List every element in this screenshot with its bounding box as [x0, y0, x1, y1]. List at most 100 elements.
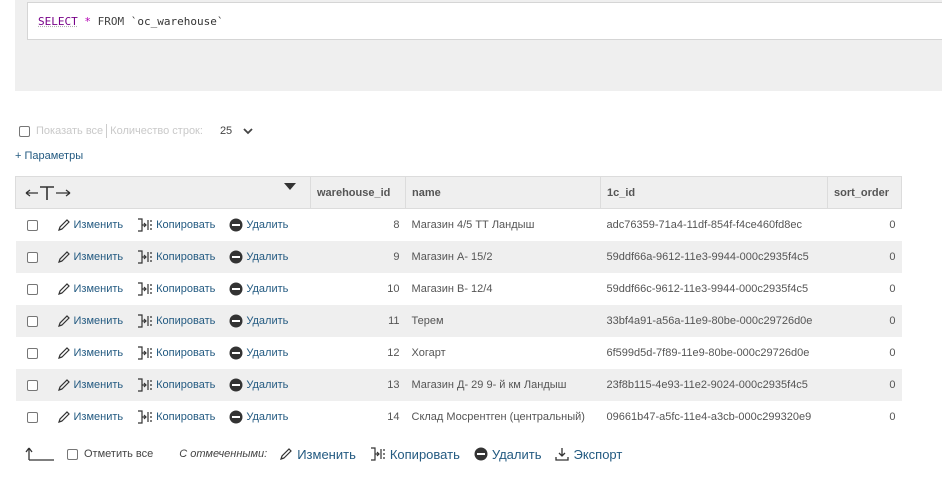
delete-icon [229, 282, 243, 296]
row-delete-link[interactable]: Удалить [229, 314, 288, 328]
options-link[interactable]: + Параметры [15, 150, 83, 162]
cell-name[interactable]: Магазин А- 15/2 [405, 241, 601, 273]
cell-sort-order[interactable]: 0 [827, 337, 902, 369]
row-copy-link[interactable]: Копировать [137, 282, 215, 296]
row-delete-link[interactable]: Удалить [229, 378, 288, 392]
bulk-copy-button[interactable]: Копировать [370, 447, 460, 462]
cell-name[interactable]: Терем [405, 305, 601, 337]
row-checkbox[interactable] [26, 379, 38, 391]
cell-1c-id[interactable]: 6f599d5d-7f89-11e9-80be-000c29726d0e [600, 337, 828, 369]
cell-name[interactable]: Магазин Д- 29 9- й км Ландыш [405, 369, 601, 401]
pencil-icon [57, 283, 70, 295]
delete-icon [229, 378, 243, 392]
divider [106, 124, 108, 138]
cell-sort-order[interactable]: 0 [827, 241, 902, 273]
sql-query-box[interactable]: SELECT * FROM `oc_warehouse` [27, 2, 942, 40]
row-delete-link[interactable]: Удалить [229, 250, 288, 264]
row-checkbox[interactable] [26, 219, 38, 231]
cell-name[interactable]: Магазин В- 12/4 [405, 273, 601, 305]
row-edit-label: Изменить [73, 315, 124, 327]
cell-sort-order[interactable]: 0 [827, 369, 902, 401]
row-checkbox[interactable] [26, 315, 38, 327]
copy-icon [138, 346, 153, 360]
row-checkbox[interactable] [26, 251, 38, 263]
row-edit-link[interactable]: Изменить [57, 282, 123, 296]
delete-icon [474, 447, 488, 461]
cell-sort-order[interactable]: 0 [827, 305, 902, 337]
row-actions-cell: Изменить Копировать Удалить [15, 337, 311, 369]
cell-sort-order[interactable]: 0 [827, 208, 902, 241]
row-delete-link[interactable]: Удалить [229, 410, 288, 424]
sql-table-name: `oc_warehouse` [130, 15, 224, 28]
sort-menu-icon[interactable] [284, 183, 296, 191]
cell-sort-order[interactable]: 0 [827, 401, 902, 433]
cell-sort-order[interactable]: 0 [827, 273, 902, 305]
check-all-label[interactable]: Отметить все [84, 448, 153, 460]
row-checkbox[interactable] [26, 411, 38, 423]
row-edit-link[interactable]: Изменить [57, 378, 123, 392]
chevron-down-icon[interactable] [242, 125, 254, 137]
cell-warehouse-id[interactable]: 12 [310, 337, 406, 369]
arrow-up-left-icon [25, 447, 54, 461]
row-delete-link[interactable]: Удалить [229, 282, 288, 296]
bulk-edit-button[interactable]: Изменить [279, 447, 356, 462]
column-header-name[interactable]: name [405, 176, 601, 209]
bulk-actions-bar: Отметить все С отмеченными: Изменить Коп… [25, 442, 622, 466]
column-header-1c-id[interactable]: 1c_id [600, 176, 828, 209]
row-copy-link[interactable]: Копировать [137, 378, 215, 392]
pencil-icon [57, 219, 70, 231]
row-edit-link[interactable]: Изменить [57, 346, 123, 360]
row-delete-link[interactable]: Удалить [229, 218, 288, 232]
cell-1c-id[interactable]: 09661b47-a5fc-11e4-a3cb-000c299320e9 [600, 401, 828, 433]
cell-warehouse-id[interactable]: 9 [310, 241, 406, 273]
row-checkbox[interactable] [26, 347, 38, 359]
row-copy-link[interactable]: Копировать [137, 346, 215, 360]
pencil-icon [57, 251, 70, 263]
cell-warehouse-id[interactable]: 14 [310, 401, 406, 433]
cell-name[interactable]: Хогарт [405, 337, 601, 369]
row-actions-cell: Изменить Копировать Удалить [15, 401, 311, 433]
copy-icon [370, 447, 385, 461]
row-copy-label: Копировать [156, 283, 216, 295]
row-edit-link[interactable]: Изменить [57, 250, 123, 264]
move-columns-icon[interactable] [24, 183, 74, 203]
cell-name[interactable]: Склад Мосрентген (центральный) [405, 401, 601, 433]
cell-1c-id[interactable]: adc76359-71a4-11df-854f-f4ce460fd8ec [600, 208, 828, 241]
cell-warehouse-id[interactable]: 11 [310, 305, 406, 337]
row-checkbox[interactable] [26, 283, 38, 295]
delete-icon [229, 218, 243, 232]
results-table: warehouse_id name 1c_id sort_order Измен… [15, 176, 902, 433]
row-edit-link[interactable]: Изменить [57, 314, 124, 328]
check-all-checkbox[interactable] [67, 448, 78, 460]
row-actions-cell: Изменить Копировать Удалить [15, 241, 311, 273]
copy-icon [138, 250, 153, 264]
column-header-warehouse-id[interactable]: warehouse_id [310, 176, 406, 209]
cell-warehouse-id[interactable]: 8 [310, 208, 406, 241]
row-copy-link[interactable]: Копировать [137, 314, 215, 328]
cell-name[interactable]: Магазин 4/5 ТТ Ландыш [405, 208, 601, 241]
cell-1c-id[interactable]: 59ddf66c-9612-11e3-9944-000c2935f4c5 [600, 273, 828, 305]
bulk-delete-button[interactable]: Удалить [474, 447, 541, 462]
cell-warehouse-id[interactable]: 10 [310, 273, 406, 305]
row-edit-link[interactable]: Изменить [57, 218, 123, 232]
row-actions-cell: Изменить Копировать Удалить [15, 305, 311, 337]
cell-warehouse-id[interactable]: 13 [310, 369, 406, 401]
row-delete-link[interactable]: Удалить [229, 346, 288, 360]
cell-1c-id[interactable]: 59ddf66a-9612-11e3-9944-000c2935f4c5 [600, 241, 828, 273]
show-all-checkbox[interactable] [19, 125, 30, 137]
cell-1c-id[interactable]: 23f8b115-4e93-11e2-9024-000c2935f4c5 [600, 369, 828, 401]
table-row: Изменить Копировать Удалить 8 Магазин 4/5 ТТ… [15, 208, 902, 241]
copy-icon [138, 218, 153, 232]
cell-1c-id[interactable]: 33bf4a91-a56a-11e9-80be-000c29726d0e [600, 305, 828, 337]
delete-icon [229, 314, 243, 328]
row-copy-link[interactable]: Копировать [137, 250, 215, 264]
row-edit-link[interactable]: Изменить [57, 410, 123, 424]
row-copy-link[interactable]: Копировать [137, 410, 215, 424]
export-button[interactable]: Экспорт [555, 447, 622, 462]
row-copy-label: Копировать [156, 219, 216, 231]
column-header-sort-order[interactable]: sort_order [827, 176, 902, 209]
row-count-select[interactable]: 25 [220, 125, 232, 137]
row-delete-label: Удалить [246, 379, 289, 391]
row-copy-link[interactable]: Копировать [137, 218, 215, 232]
row-copy-label: Копировать [156, 251, 216, 263]
